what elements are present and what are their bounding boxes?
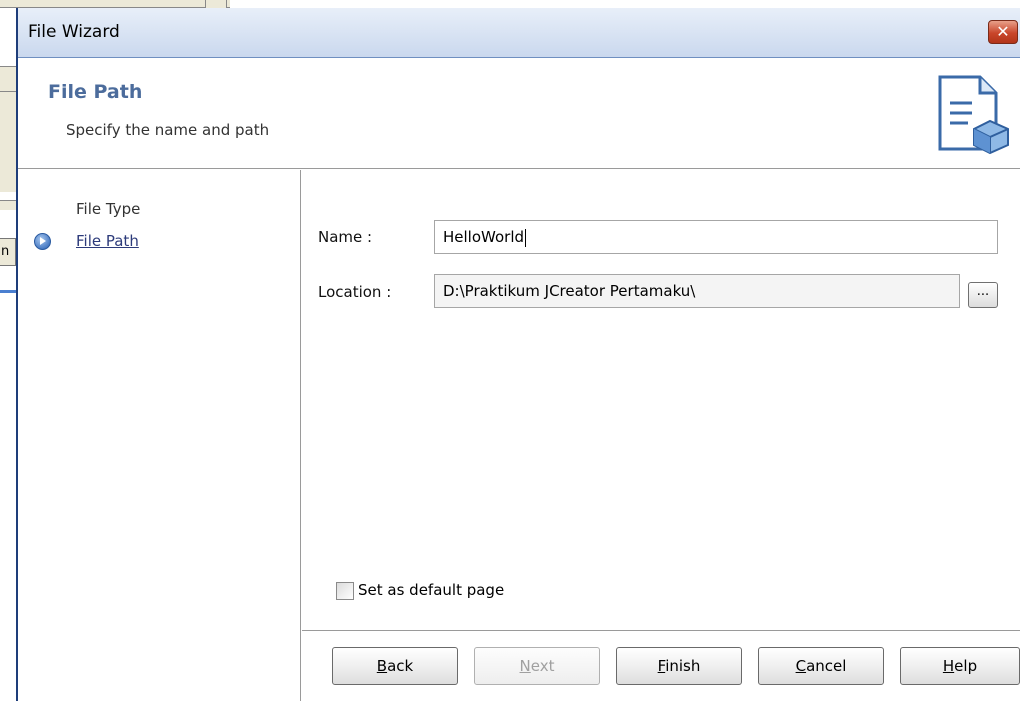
finish-button[interactable]: Finish — [616, 647, 742, 685]
page-title: File Path — [48, 81, 143, 103]
default-page-checkbox-label[interactable]: Set as default page — [358, 581, 504, 599]
back-button[interactable]: Back — [332, 647, 458, 685]
nav-item-file-path[interactable]: File Path — [76, 232, 139, 250]
page-subtitle: Specify the name and path — [66, 121, 270, 139]
name-input-value: HelloWorld — [443, 228, 525, 246]
background-accent-line — [0, 290, 16, 293]
help-button[interactable]: Help — [900, 647, 1020, 685]
cancel-mnemonic: C — [795, 657, 807, 675]
button-separator — [302, 630, 1020, 631]
text-caret — [525, 228, 527, 247]
location-label: Location : — [318, 283, 392, 301]
background-tab-fragment[interactable]: n — [0, 238, 16, 266]
help-label: elp — [954, 657, 978, 675]
back-label: ack — [387, 657, 414, 675]
close-button[interactable]: ✕ — [988, 20, 1018, 44]
help-mnemonic: H — [942, 657, 955, 675]
back-mnemonic: B — [376, 657, 388, 675]
dialog-titlebar[interactable]: File Wizard ✕ — [18, 8, 1020, 58]
background-toolbar-fragment — [0, 0, 230, 8]
browse-button[interactable]: ... — [968, 282, 998, 308]
location-input[interactable]: D:\Praktikum JCreator Pertamaku\ — [434, 274, 960, 308]
next-button[interactable]: Next — [474, 647, 600, 685]
wizard-header: File Path Specify the name and path — [18, 59, 1020, 169]
default-page-checkbox[interactable] — [336, 582, 354, 600]
background-scrollbar-fragment — [205, 0, 227, 8]
finish-label: inish — [665, 657, 701, 675]
wizard-steps-nav: File Type File Path — [18, 170, 301, 701]
nav-item-file-type[interactable]: File Type — [76, 200, 140, 218]
wizard-content: Name : HelloWorld Location : D:\Praktiku… — [302, 170, 1020, 701]
cancel-button[interactable]: Cancel — [758, 647, 884, 685]
name-label: Name : — [318, 228, 373, 246]
cancel-label: ancel — [806, 657, 847, 675]
next-label: ext — [530, 657, 555, 675]
name-input[interactable]: HelloWorld — [434, 220, 998, 254]
close-icon: ✕ — [996, 22, 1010, 41]
next-mnemonic: N — [519, 657, 531, 675]
file-wizard-dialog: File Wizard ✕ File Path Specify the name… — [16, 8, 1020, 701]
document-wizard-icon — [938, 75, 1009, 155]
current-step-arrow-icon — [34, 233, 51, 250]
dialog-title: File Wizard — [28, 22, 120, 42]
